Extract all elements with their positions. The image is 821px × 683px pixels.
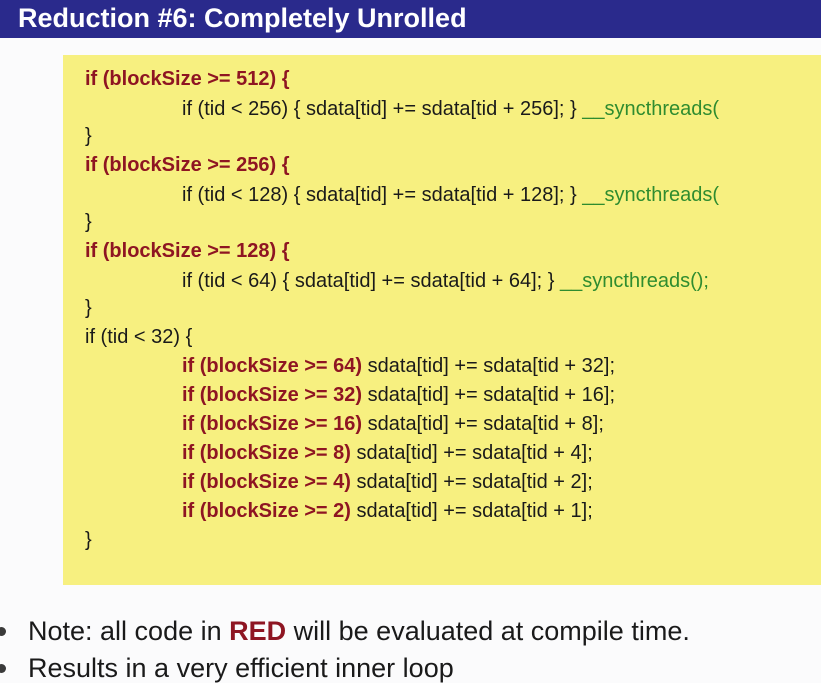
code-cond: if (blockSize >= 8) <box>182 442 351 464</box>
code-sync: __syncthreads( <box>582 184 720 206</box>
code-stmt: sdata[tid] += sdata[tid + 2]; <box>350 471 593 493</box>
code-stmt: if (tid < 64) { sdata[tid] += sdata[tid … <box>182 270 561 292</box>
code-line-2: if (tid < 256) { sdata[tid] += sdata[tid… <box>182 96 719 122</box>
bullet-text: Note: all code in RED will be evaluated … <box>28 616 690 646</box>
code-line-5: if (tid < 128) { sdata[tid] += sdata[tid… <box>182 182 719 208</box>
code-stmt: if (tid < 32) { <box>85 326 193 348</box>
bullet-icon <box>0 664 6 673</box>
bullet-icon <box>0 627 6 636</box>
code-sync: __syncthreads(); <box>560 270 709 292</box>
code-cond: if (blockSize >= 64) <box>182 355 363 377</box>
code-line-4: if (blockSize >= 256) { <box>85 152 290 178</box>
code-sync: __syncthreads( <box>582 98 720 120</box>
slide-title: Reduction #6: Completely Unrolled <box>18 3 467 33</box>
code-line-3: } <box>85 123 92 149</box>
code-cond: if (blockSize >= 128) { <box>85 240 290 262</box>
code-stmt: sdata[tid] += sdata[tid + 32]; <box>362 355 616 377</box>
code-stmt: sdata[tid] += sdata[tid + 4]; <box>350 442 593 464</box>
code-brace: } <box>85 211 92 233</box>
code-line-6: } <box>85 209 92 235</box>
code-stmt: if (tid < 256) { sdata[tid] += sdata[tid… <box>182 98 583 120</box>
red-highlight: RED <box>229 616 287 646</box>
code-cond: if (blockSize >= 32) <box>182 384 363 406</box>
code-brace: } <box>85 529 92 551</box>
code-line-9: } <box>85 295 92 321</box>
code-stmt: sdata[tid] += sdata[tid + 8]; <box>362 413 604 435</box>
code-block: if (blockSize >= 512) { if (tid < 256) {… <box>63 55 821 585</box>
code-line-15: if (blockSize >= 4) sdata[tid] += sdata[… <box>182 469 593 495</box>
code-line-13: if (blockSize >= 16) sdata[tid] += sdata… <box>182 411 604 437</box>
code-line-12: if (blockSize >= 32) sdata[tid] += sdata… <box>182 382 615 408</box>
code-line-14: if (blockSize >= 8) sdata[tid] += sdata[… <box>182 440 593 466</box>
code-cond: if (blockSize >= 256) { <box>85 154 290 176</box>
code-cond: if (blockSize >= 16) <box>182 413 363 435</box>
code-stmt: if (tid < 128) { sdata[tid] += sdata[tid… <box>182 184 583 206</box>
code-line-1: if (blockSize >= 512) { <box>85 66 290 92</box>
title-bar: Reduction #6: Completely Unrolled <box>0 0 821 38</box>
code-cond: if (blockSize >= 2) <box>182 500 351 522</box>
code-stmt: sdata[tid] += sdata[tid + 16]; <box>362 384 616 406</box>
code-cond: if (blockSize >= 4) <box>182 471 351 493</box>
bullet-text: Results in a very efficient inner loop <box>28 653 454 683</box>
code-line-16: if (blockSize >= 2) sdata[tid] += sdata[… <box>182 498 593 524</box>
code-brace: } <box>85 297 92 319</box>
slide: Reduction #6: Completely Unrolled if (bl… <box>0 0 821 683</box>
code-line-11: if (blockSize >= 64) sdata[tid] += sdata… <box>182 353 615 379</box>
code-line-17: } <box>85 527 92 553</box>
code-brace: } <box>85 125 92 147</box>
code-stmt: sdata[tid] += sdata[tid + 1]; <box>350 500 593 522</box>
code-line-10: if (tid < 32) { <box>85 324 192 350</box>
code-line-8: if (tid < 64) { sdata[tid] += sdata[tid … <box>182 268 709 294</box>
code-cond: if (blockSize >= 512) { <box>85 68 290 90</box>
code-line-7: if (blockSize >= 128) { <box>85 238 290 264</box>
